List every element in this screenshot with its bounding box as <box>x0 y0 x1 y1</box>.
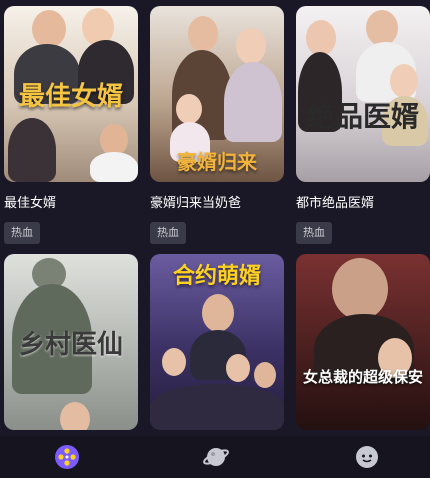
drama-title[interactable]: 豪婿归来当奶爸 <box>150 192 241 211</box>
planet-icon[interactable] <box>203 444 229 470</box>
bottom-tab-bar <box>0 436 430 478</box>
drama-poster[interactable]: 最佳女婿 <box>4 6 138 182</box>
poster-title: 合约萌婿 <box>172 263 261 289</box>
profile-face-icon[interactable] <box>354 444 380 470</box>
drama-poster[interactable]: 绝品医婿 <box>296 6 430 182</box>
poster-title: 女总裁的超级保安 <box>302 368 423 386</box>
poster-title: 绝品医婿 <box>306 100 419 133</box>
poster-title: 豪婿归来 <box>177 150 257 174</box>
genre-tag: 热血 <box>4 222 40 244</box>
poster-title: 乡村医仙 <box>18 330 123 360</box>
poster-title: 最佳女婿 <box>18 82 123 112</box>
genre-tag: 热血 <box>150 222 186 244</box>
drama-poster[interactable]: 合约萌婿 <box>150 254 284 430</box>
genre-tag: 热血 <box>296 222 332 244</box>
drama-title[interactable]: 最佳女婿 <box>4 192 56 211</box>
drama-poster[interactable]: 豪婿归来 <box>150 6 284 182</box>
drama-poster[interactable]: 女总裁的超级保安 <box>296 254 430 430</box>
drama-title[interactable]: 都市绝品医婿 <box>296 192 374 211</box>
drama-poster[interactable]: 乡村医仙 <box>4 254 138 430</box>
film-reel-icon[interactable] <box>54 444 80 470</box>
